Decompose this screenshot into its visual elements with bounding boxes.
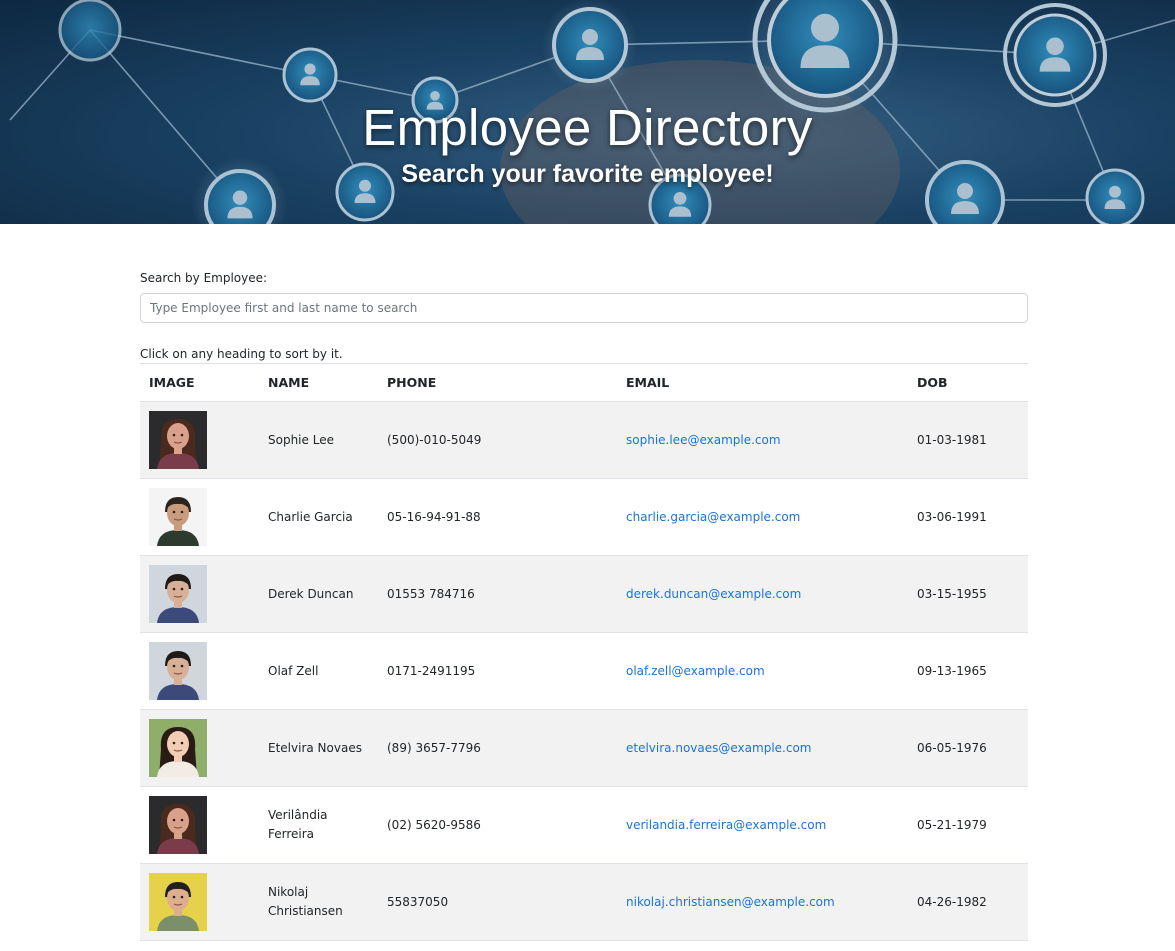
cell-name: Olaf Zell [259,632,378,710]
cell-dob: 03-06-1991 [908,478,1028,556]
cell-dob: 04-26-1982 [908,863,1028,941]
page-subtitle: Search your favorite employee! [401,160,774,188]
cell-phone: (500)-010-5049 [378,401,617,479]
email-link[interactable]: nikolaj.christiansen@example.com [626,895,835,909]
cell-phone: 0171-2491195 [378,632,617,710]
avatar [149,565,207,623]
cell-dob: 09-13-1965 [908,632,1028,710]
cell-email: derek.duncan@example.com [617,555,908,633]
cell-name: Charlie Garcia [259,478,378,556]
cell-phone: 55837050 [378,863,617,941]
table-row: Olaf Zell 0171-2491195 olaf.zell@example… [140,632,1028,710]
header-row: IMAGE NAME PHONE EMAIL DOB [140,363,1028,402]
cell-dob: 05-21-1979 [908,786,1028,864]
sort-hint: Click on any heading to sort by it. [140,347,343,361]
email-link[interactable]: etelvira.novaes@example.com [626,741,811,755]
table-row: Sophie Lee (500)-010-5049 sophie.lee@exa… [140,401,1028,479]
cell-name: Verilândia Ferreira [259,786,378,864]
cell-phone: 05-16-94-91-88 [378,478,617,556]
cell-dob: 06-05-1976 [908,709,1028,787]
email-link[interactable]: sophie.lee@example.com [626,433,781,447]
table-row: Nikolaj Christiansen 55837050 nikolaj.ch… [140,863,1028,941]
column-header-dob[interactable]: DOB [908,363,1028,402]
cell-email: sophie.lee@example.com [617,401,908,479]
column-header-phone[interactable]: PHONE [378,363,617,402]
email-link[interactable]: charlie.garcia@example.com [626,510,800,524]
table-row: Verilândia Ferreira (02) 5620-9586 veril… [140,786,1028,864]
avatar [149,796,207,854]
cell-image [140,863,259,941]
cell-name: Etelvira Novaes [259,709,378,787]
table-row: Charlie Garcia 05-16-94-91-88 charlie.ga… [140,478,1028,556]
cell-image [140,709,259,787]
column-header-email[interactable]: EMAIL [617,363,908,402]
table-row: Derek Duncan 01553 784716 derek.duncan@e… [140,555,1028,633]
cell-name: Nikolaj Christiansen [259,863,378,941]
search-input[interactable] [140,293,1028,323]
hero-banner: Employee Directory Search your favorite … [0,0,1175,224]
cell-email: nikolaj.christiansen@example.com [617,863,908,941]
cell-image [140,478,259,556]
cell-phone: (02) 5620-9586 [378,786,617,864]
cell-name: Sophie Lee [259,401,378,479]
table-row: Etelvira Novaes (89) 3657-7796 etelvira.… [140,709,1028,787]
cell-phone: 01553 784716 [378,555,617,633]
avatar [149,488,207,546]
cell-name: Derek Duncan [259,555,378,633]
email-link[interactable]: derek.duncan@example.com [626,587,801,601]
cell-phone: (89) 3657-7796 [378,709,617,787]
column-header-name[interactable]: NAME [259,363,378,402]
cell-image [140,401,259,479]
cell-image [140,632,259,710]
email-link[interactable]: olaf.zell@example.com [626,664,765,678]
table-body: Sophie Lee (500)-010-5049 sophie.lee@exa… [140,401,1028,941]
cell-dob: 01-03-1981 [908,401,1028,479]
avatar [149,642,207,700]
cell-email: charlie.garcia@example.com [617,478,908,556]
avatar [149,873,207,931]
table-header: IMAGE NAME PHONE EMAIL DOB [140,363,1028,402]
search-label: Search by Employee: [140,271,268,285]
email-link[interactable]: verilandia.ferreira@example.com [626,818,826,832]
cell-email: etelvira.novaes@example.com [617,709,908,787]
column-header-image[interactable]: IMAGE [140,363,259,402]
avatar [149,719,207,777]
employee-table: IMAGE NAME PHONE EMAIL DOB Sophie Lee (5… [140,363,1028,941]
page-title: Employee Directory [362,99,813,156]
cell-email: verilandia.ferreira@example.com [617,786,908,864]
cell-image [140,786,259,864]
cell-dob: 03-15-1955 [908,555,1028,633]
cell-email: olaf.zell@example.com [617,632,908,710]
cell-image [140,555,259,633]
avatar [149,411,207,469]
